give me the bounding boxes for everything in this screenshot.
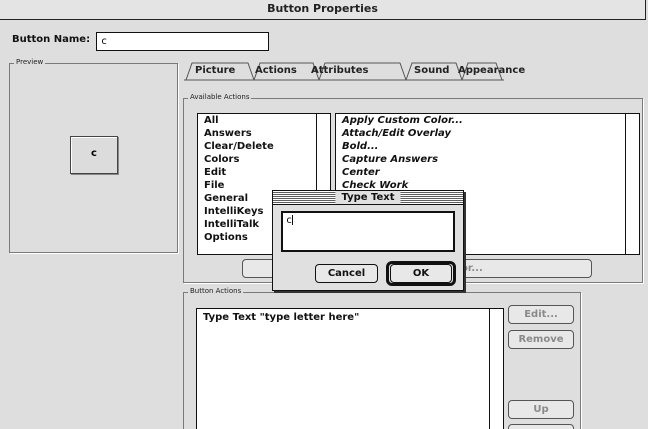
list-item[interactable]: All (198, 114, 330, 127)
list-item[interactable]: Type Text "type letter here" (197, 309, 503, 324)
list-item[interactable]: Clear/Delete (198, 140, 330, 153)
list-item[interactable]: Bold... (336, 140, 639, 153)
tab-sound[interactable]: Sound (414, 63, 449, 79)
preview-label: Preview (14, 58, 46, 66)
window-title: Button Properties (267, 2, 378, 15)
list-item[interactable]: Answers (198, 127, 330, 140)
list-item[interactable]: Capture Answers (336, 153, 639, 166)
action-scrollbar[interactable] (625, 114, 639, 254)
list-item[interactable]: Attach/Edit Overlay (336, 127, 639, 140)
tab-picture[interactable]: Picture (195, 63, 235, 79)
button-name-field[interactable]: c (96, 32, 269, 51)
tab-attributes[interactable]: Attributes (311, 63, 368, 79)
dialog-title: Type Text (335, 191, 401, 204)
move-up-button[interactable]: Up (508, 400, 574, 419)
remove-action-button[interactable]: Remove (508, 330, 574, 349)
add-action-button-label: or... (461, 263, 483, 274)
button-name-label: Button Name: (12, 34, 91, 45)
button-actions-label: Button Actions (188, 287, 244, 295)
type-text-dialog: Type Text c Cancel OK (272, 190, 464, 291)
type-text-input[interactable]: c (281, 211, 455, 252)
button-actions-scrollbar[interactable] (489, 309, 503, 429)
dialog-title-bar[interactable]: Type Text (273, 191, 463, 205)
tab-actions[interactable]: Actions (255, 63, 297, 79)
edit-action-button[interactable]: Edit... (508, 305, 574, 324)
button-properties-window: Button Properties Button Name: c Preview… (0, 0, 648, 429)
list-item[interactable]: Center (336, 166, 639, 179)
preview-button: c (70, 136, 118, 174)
list-item[interactable]: Colors (198, 153, 330, 166)
move-down-button[interactable] (508, 424, 574, 429)
text-caret (292, 215, 294, 225)
list-item[interactable]: Apply Custom Color... (336, 114, 639, 127)
tab-appearance[interactable]: Appearance (458, 63, 525, 79)
available-actions-label: Available Actions (188, 93, 252, 101)
cancel-button[interactable]: Cancel (315, 264, 378, 283)
title-bar[interactable]: Button Properties (0, 0, 646, 20)
ok-button[interactable]: OK (390, 264, 452, 283)
list-item[interactable]: Edit (198, 166, 330, 179)
button-actions-list[interactable]: Type Text "type letter here" (196, 308, 504, 429)
